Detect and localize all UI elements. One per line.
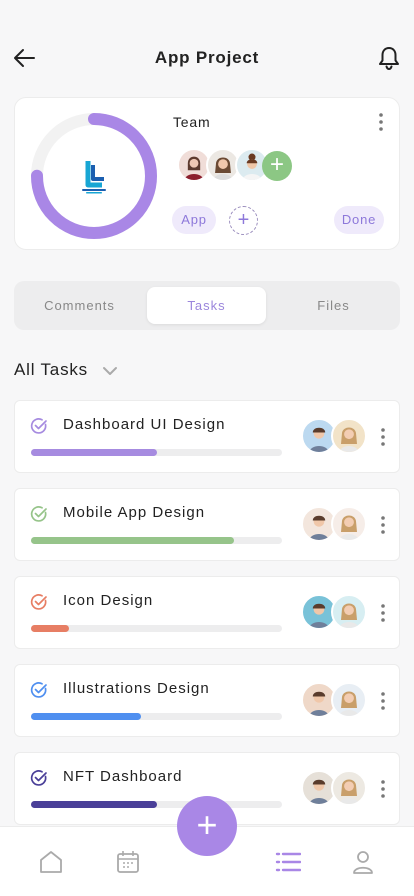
task-title: Illustrations Design bbox=[63, 680, 210, 697]
tasks-filter-dropdown[interactable]: All Tasks bbox=[14, 360, 88, 380]
task-progress-fill bbox=[31, 625, 69, 632]
app-header: App Project bbox=[0, 0, 414, 96]
check-circle-icon[interactable] bbox=[30, 417, 48, 435]
task-card[interactable]: Dashboard UI Design bbox=[14, 400, 400, 473]
task-assignees bbox=[301, 418, 371, 454]
task-assignees bbox=[301, 770, 371, 806]
task-progress-bar bbox=[31, 801, 282, 808]
task-card[interactable]: Mobile App Design bbox=[14, 488, 400, 561]
task-title: Icon Design bbox=[63, 592, 154, 609]
tab-files[interactable]: Files bbox=[274, 287, 393, 324]
plus-icon: + bbox=[269, 151, 284, 178]
task-progress-bar bbox=[31, 449, 282, 456]
plus-icon: + bbox=[196, 804, 218, 845]
task-progress-fill bbox=[31, 713, 142, 720]
more-vertical-icon[interactable] bbox=[377, 112, 385, 132]
avatar bbox=[331, 770, 367, 806]
task-assignees bbox=[301, 682, 371, 718]
task-title: NFT Dashboard bbox=[63, 768, 183, 785]
check-circle-icon[interactable] bbox=[30, 769, 48, 787]
tab-comments[interactable]: Comments bbox=[20, 287, 139, 324]
task-assignees bbox=[301, 594, 371, 630]
task-progress-fill bbox=[31, 449, 157, 456]
task-progress-bar bbox=[31, 537, 282, 544]
more-vertical-icon[interactable] bbox=[379, 427, 387, 447]
more-vertical-icon[interactable] bbox=[379, 515, 387, 535]
check-circle-icon[interactable] bbox=[30, 505, 48, 523]
more-vertical-icon[interactable] bbox=[379, 691, 387, 711]
avatar bbox=[331, 506, 367, 542]
task-assignees bbox=[301, 506, 371, 542]
avatar bbox=[331, 682, 367, 718]
more-vertical-icon[interactable] bbox=[379, 779, 387, 799]
tag-app[interactable]: App bbox=[172, 206, 216, 234]
home-icon[interactable] bbox=[38, 849, 64, 875]
company-logo-icon bbox=[82, 161, 106, 194]
avatar bbox=[331, 418, 367, 454]
task-title: Dashboard UI Design bbox=[63, 416, 226, 433]
chevron-down-icon[interactable] bbox=[101, 362, 119, 380]
list-icon[interactable] bbox=[275, 849, 301, 875]
company-logo bbox=[63, 145, 125, 207]
team-label: Team bbox=[173, 114, 211, 130]
add-member-button[interactable]: + bbox=[262, 151, 292, 181]
task-title: Mobile App Design bbox=[63, 504, 206, 521]
status-badge[interactable]: Done bbox=[334, 206, 384, 234]
task-card[interactable]: Icon Design bbox=[14, 576, 400, 649]
task-progress-bar bbox=[31, 713, 282, 720]
calendar-icon[interactable] bbox=[115, 849, 141, 875]
tab-bar: Comments Tasks Files bbox=[14, 281, 400, 330]
plus-icon: + bbox=[237, 209, 250, 231]
task-progress-bar bbox=[31, 625, 282, 632]
bell-icon[interactable] bbox=[376, 44, 402, 72]
avatar bbox=[331, 594, 367, 630]
user-icon[interactable] bbox=[350, 849, 376, 875]
add-task-button[interactable]: + bbox=[177, 796, 237, 856]
check-circle-icon[interactable] bbox=[30, 681, 48, 699]
add-tag-button[interactable]: + bbox=[229, 206, 258, 235]
task-card[interactable]: Illustrations Design bbox=[14, 664, 400, 737]
check-circle-icon[interactable] bbox=[30, 593, 48, 611]
more-vertical-icon[interactable] bbox=[379, 603, 387, 623]
project-summary-card: Team + App + Done bbox=[14, 97, 400, 250]
task-progress-fill bbox=[31, 801, 157, 808]
task-progress-fill bbox=[31, 537, 235, 544]
tab-tasks[interactable]: Tasks bbox=[147, 287, 266, 324]
page-title: App Project bbox=[154, 48, 260, 67]
